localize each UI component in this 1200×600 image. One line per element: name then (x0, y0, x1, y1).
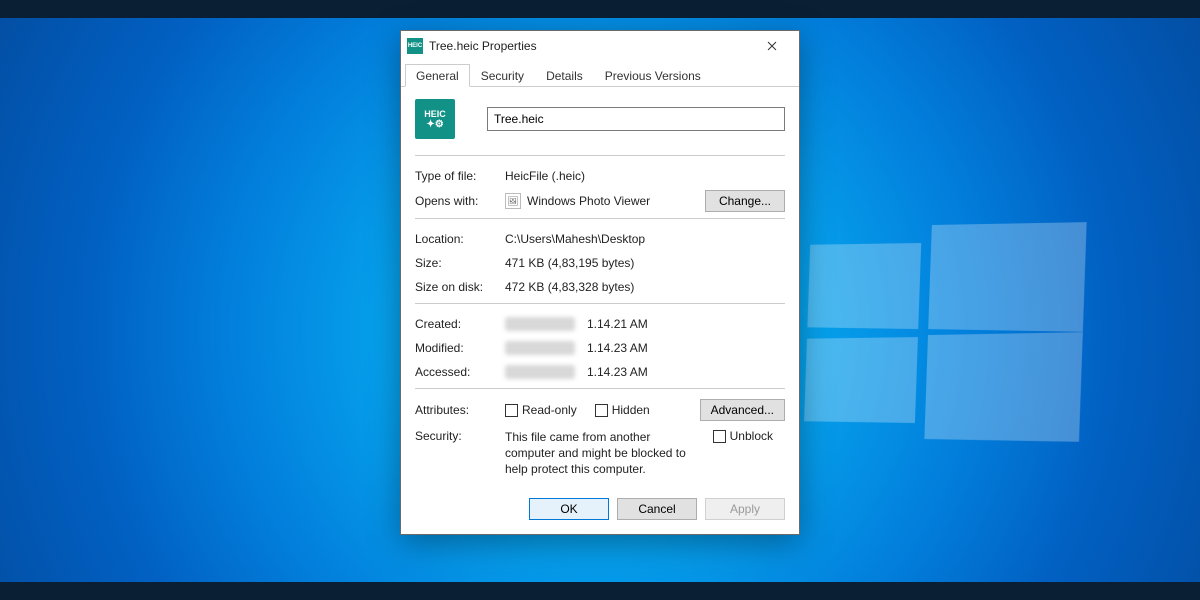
window-title: Tree.heic Properties (429, 39, 751, 53)
accessed-label: Accessed: (415, 365, 505, 379)
created-label: Created: (415, 317, 505, 331)
readonly-checkbox[interactable]: Read-only (505, 403, 577, 417)
tab-previous-versions[interactable]: Previous Versions (594, 64, 712, 86)
change-button[interactable]: Change... (705, 190, 785, 212)
security-label: Security: (415, 429, 505, 443)
location-value: C:\Users\Mahesh\Desktop (505, 232, 785, 246)
accessed-date-redacted (505, 365, 575, 379)
dialog-footer: OK Cancel Apply (401, 488, 799, 534)
tab-panel-general: HEIC ✦⚙ Type of file: HeicFile (.heic) O… (401, 87, 799, 488)
tabstrip: General Security Details Previous Versio… (401, 61, 799, 87)
size-on-disk-label: Size on disk: (415, 280, 505, 294)
titlebar[interactable]: HEIC Tree.heic Properties (401, 31, 799, 61)
type-of-file-label: Type of file: (415, 169, 505, 183)
photo-viewer-icon: 🖼 (505, 193, 521, 209)
heic-icon: HEIC (407, 38, 423, 54)
file-type-icon: HEIC ✦⚙ (415, 99, 455, 139)
hidden-checkbox[interactable]: Hidden (595, 403, 650, 417)
opens-with-label: Opens with: (415, 194, 505, 208)
security-text: This file came from another computer and… (505, 429, 695, 478)
modified-date-redacted (505, 341, 575, 355)
modified-time: 1.14.23 AM (587, 341, 648, 355)
tab-general[interactable]: General (405, 64, 470, 87)
tab-security[interactable]: Security (470, 64, 535, 86)
created-time: 1.14.21 AM (587, 317, 648, 331)
windows-logo (796, 225, 1084, 445)
close-button[interactable] (751, 32, 793, 60)
unblock-checkbox[interactable]: Unblock (713, 429, 773, 443)
tab-details[interactable]: Details (535, 64, 594, 86)
attributes-label: Attributes: (415, 403, 505, 417)
apply-button: Apply (705, 498, 785, 520)
advanced-button[interactable]: Advanced... (700, 399, 785, 421)
ok-button[interactable]: OK (529, 498, 609, 520)
modified-label: Modified: (415, 341, 505, 355)
size-on-disk-value: 472 KB (4,83,328 bytes) (505, 280, 785, 294)
created-date-redacted (505, 317, 575, 331)
properties-dialog: HEIC Tree.heic Properties General Securi… (400, 30, 800, 535)
close-icon (767, 41, 777, 51)
size-label: Size: (415, 256, 505, 270)
opens-with-value: Windows Photo Viewer (527, 194, 650, 208)
location-label: Location: (415, 232, 505, 246)
filename-input[interactable] (487, 107, 785, 131)
accessed-time: 1.14.23 AM (587, 365, 648, 379)
type-of-file-value: HeicFile (.heic) (505, 169, 785, 183)
cancel-button[interactable]: Cancel (617, 498, 697, 520)
size-value: 471 KB (4,83,195 bytes) (505, 256, 785, 270)
